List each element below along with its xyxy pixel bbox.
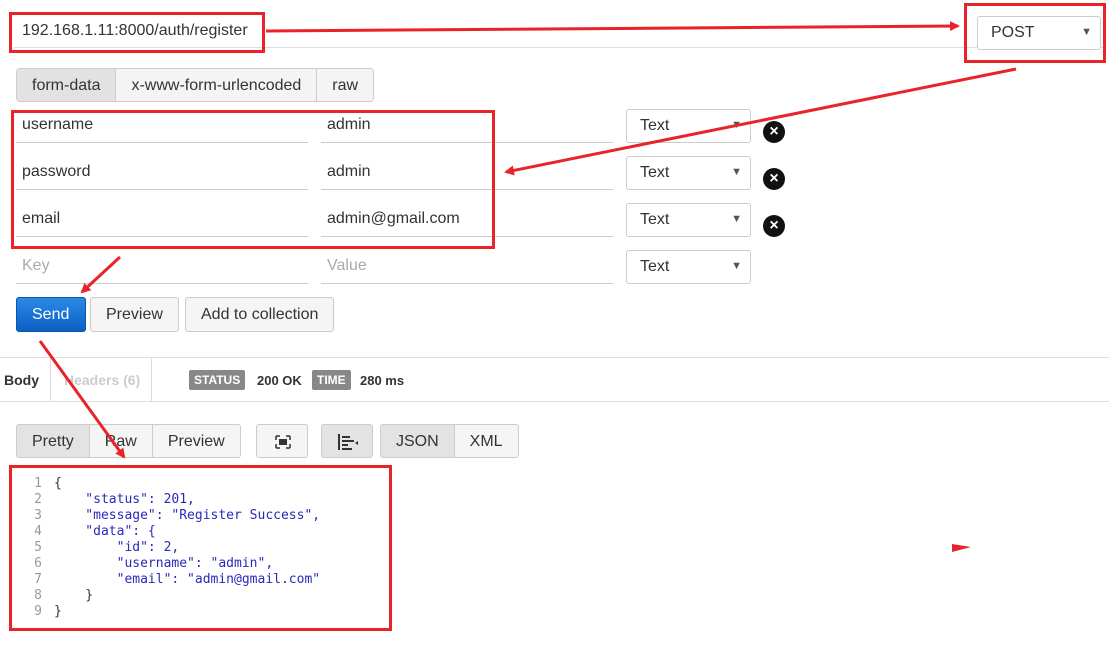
arrow: [265, 21, 960, 33]
arrow: [504, 67, 1017, 176]
annotation-arrows: [38, 21, 1017, 552]
arrow: [38, 340, 126, 459]
arrow: [952, 544, 971, 552]
arrow: [80, 255, 122, 294]
